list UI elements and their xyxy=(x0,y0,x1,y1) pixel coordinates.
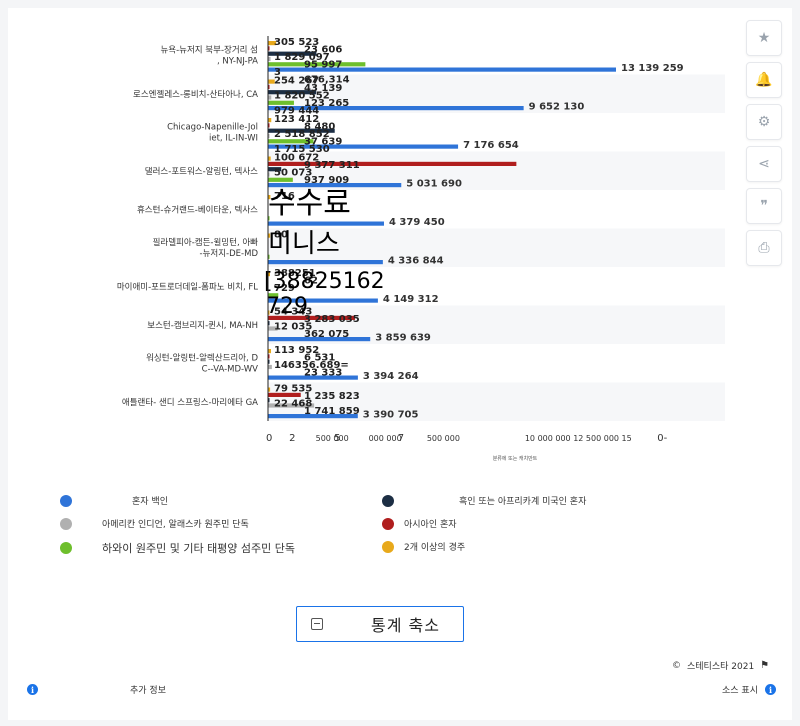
bar-value-label: 1 235 823 xyxy=(304,391,360,402)
legend-swatch xyxy=(382,517,394,530)
legend-item[interactable]: 아시아인 혼자 xyxy=(382,517,457,530)
category-label: iet, IL-IN-WI xyxy=(209,133,258,143)
x-axis-label: 분류에 또는 캐치만트 xyxy=(493,455,538,462)
bar-value-label: 937 909 xyxy=(304,175,349,186)
bar-value-label: 3 859 639 xyxy=(375,333,431,344)
bell-button[interactable]: 🔔 xyxy=(746,62,782,98)
bar-value-label: 362 075 xyxy=(304,329,349,340)
quote-icon: ❞ xyxy=(760,198,768,214)
legend-label: 흑인 또는 아프리카계 미국인 혼자 xyxy=(459,497,587,507)
source-info-icon[interactable]: i xyxy=(765,684,776,695)
bar-value-label: 9 377 311 xyxy=(304,160,360,171)
category-label: 댈러스-포트워스-알링턴, 텍사스 xyxy=(145,166,258,177)
bar-chart: 뉴욕-뉴저지 북부-장거리 섬, NY-NJ-PA 로스엔젤레스-롱비치-산타아나… xyxy=(117,36,725,462)
legend-item[interactable]: 혼자 백인 xyxy=(60,494,168,507)
legend-swatch xyxy=(382,540,394,553)
bar-value-label: 3 390 705 xyxy=(363,410,419,421)
print-button[interactable]: ⎙ xyxy=(746,230,782,266)
bar-value-label: 23 333 xyxy=(304,368,342,379)
x-tick-label: 500 000 xyxy=(316,434,349,443)
category-label: 마이애미-포트로더데일-폼파노 비치, FL xyxy=(117,281,258,292)
bar-value-label: 4 336 844 xyxy=(388,256,444,267)
bar-value-label: 3 283 035 xyxy=(304,314,360,325)
bar-value-label: 5 031 690 xyxy=(406,179,462,190)
bar xyxy=(268,221,384,226)
more-info-link[interactable]: 추가 정보 xyxy=(130,683,166,696)
bar-value-label: 9 652 130 xyxy=(529,102,585,113)
legend-label: 혼자 백인 xyxy=(132,497,168,507)
category-label: , NY-NJ-PA xyxy=(217,56,258,66)
category-label: 로스엔젤레스-롱비치-산타아나, CA xyxy=(133,89,258,100)
share-button[interactable]: ⋖ xyxy=(746,146,782,182)
overlay-text: 729 xyxy=(266,294,308,319)
bar-value-label: 1 741 859 xyxy=(304,406,360,417)
category-label: 워싱턴-알링턴-알렉산드리아, D xyxy=(146,352,258,363)
x-tick-label: 500 000 xyxy=(427,434,460,443)
x-tick-label: 000 000 xyxy=(369,434,402,443)
legend-label: 하와이 원주민 및 기타 태평양 섬주민 단독 xyxy=(102,542,296,555)
x-tick-label: 2 xyxy=(289,433,295,444)
category-label: C--VA-MD-WV xyxy=(202,364,259,374)
bell-icon: 🔔 xyxy=(755,72,773,88)
bar-value-label: 4 379 450 xyxy=(389,217,445,228)
copyright: © 스테티스타 2021 ⚑ xyxy=(672,659,769,672)
x-tick-label: 7 xyxy=(398,433,404,444)
category-label: 애틀랜타- 샌디 스프링스-마리에타 GA xyxy=(122,397,258,408)
minus-icon xyxy=(311,618,323,630)
legend-item[interactable]: 2개 이상의 경주 xyxy=(382,540,465,553)
category-label: 필라델피아-캠든-윌밍턴, 아빠 xyxy=(153,237,259,248)
legend-label: 2개 이상의 경주 xyxy=(404,543,466,553)
category-label: 휴스턴-슈거랜드-베이타운, 텍사스 xyxy=(137,204,258,215)
bar-value-label: 13 139 259 xyxy=(621,63,684,74)
x-tick-label: 5 xyxy=(334,433,340,444)
x-tick-label: 0 xyxy=(266,433,272,444)
gear-icon: ⚙ xyxy=(757,114,771,130)
legend-item[interactable]: 하와이 원주민 및 기타 태평양 섬주민 단독 xyxy=(60,540,295,556)
legend-swatch xyxy=(382,494,394,507)
legend-label: 아메리칸 인디언, 알래스카 원주민 단독 xyxy=(102,520,249,530)
x-tick-label: 10 000 000 12 500 000 15 xyxy=(525,434,632,443)
bar-value-label: 3 394 264 xyxy=(363,371,419,382)
overlay-text: 수수료 xyxy=(268,186,351,221)
flag-icon[interactable]: ⚑ xyxy=(760,660,769,671)
legend-item[interactable]: 흑인 또는 아프리카계 미국인 혼자 xyxy=(382,494,586,507)
legend-label: 아시아인 혼자 xyxy=(404,520,457,530)
bar xyxy=(268,260,383,265)
category-label: -뉴저지-DE-MD xyxy=(200,249,259,259)
collapse-label: 통계 축소 xyxy=(371,616,440,635)
legend-swatch xyxy=(60,494,72,507)
legend-swatch xyxy=(60,517,72,530)
star-icon: ★ xyxy=(757,30,771,46)
show-source-link[interactable]: 소스 표시 xyxy=(722,683,758,696)
bar xyxy=(268,364,272,370)
collapse-statistics-button[interactable]: 통계 축소 xyxy=(296,606,464,642)
info-icon[interactable]: i xyxy=(27,684,38,695)
overlay-text: 미니스 xyxy=(268,229,340,259)
print-icon: ⎙ xyxy=(758,240,770,256)
quote-button[interactable]: ❞ xyxy=(746,188,782,224)
bar-value-label: 95 997 xyxy=(304,60,342,71)
bar-value-label: 7 176 654 xyxy=(463,140,519,151)
bar-value-label: 4 149 312 xyxy=(383,294,439,305)
copyright-text: 스테티스타 2021 xyxy=(687,662,755,672)
category-label: Chicago-Napenille-Jol xyxy=(167,122,258,132)
category-label: 보스턴-캠브리지-퀸시, MA-NH xyxy=(147,320,258,331)
copyright-icon: © xyxy=(672,660,681,671)
overlay-text: [38825162 xyxy=(264,269,385,294)
category-label: 뉴욕-뉴저지 북부-장거리 섬 xyxy=(160,44,258,55)
x-tick-label: 0- xyxy=(657,433,667,444)
share-icon: ⋖ xyxy=(758,156,770,172)
star-button[interactable]: ★ xyxy=(746,20,782,56)
gear-button[interactable]: ⚙ xyxy=(746,104,782,140)
legend-swatch xyxy=(60,542,72,554)
legend-item[interactable]: 아메리칸 인디언, 알래스카 원주민 단독 xyxy=(60,517,249,530)
